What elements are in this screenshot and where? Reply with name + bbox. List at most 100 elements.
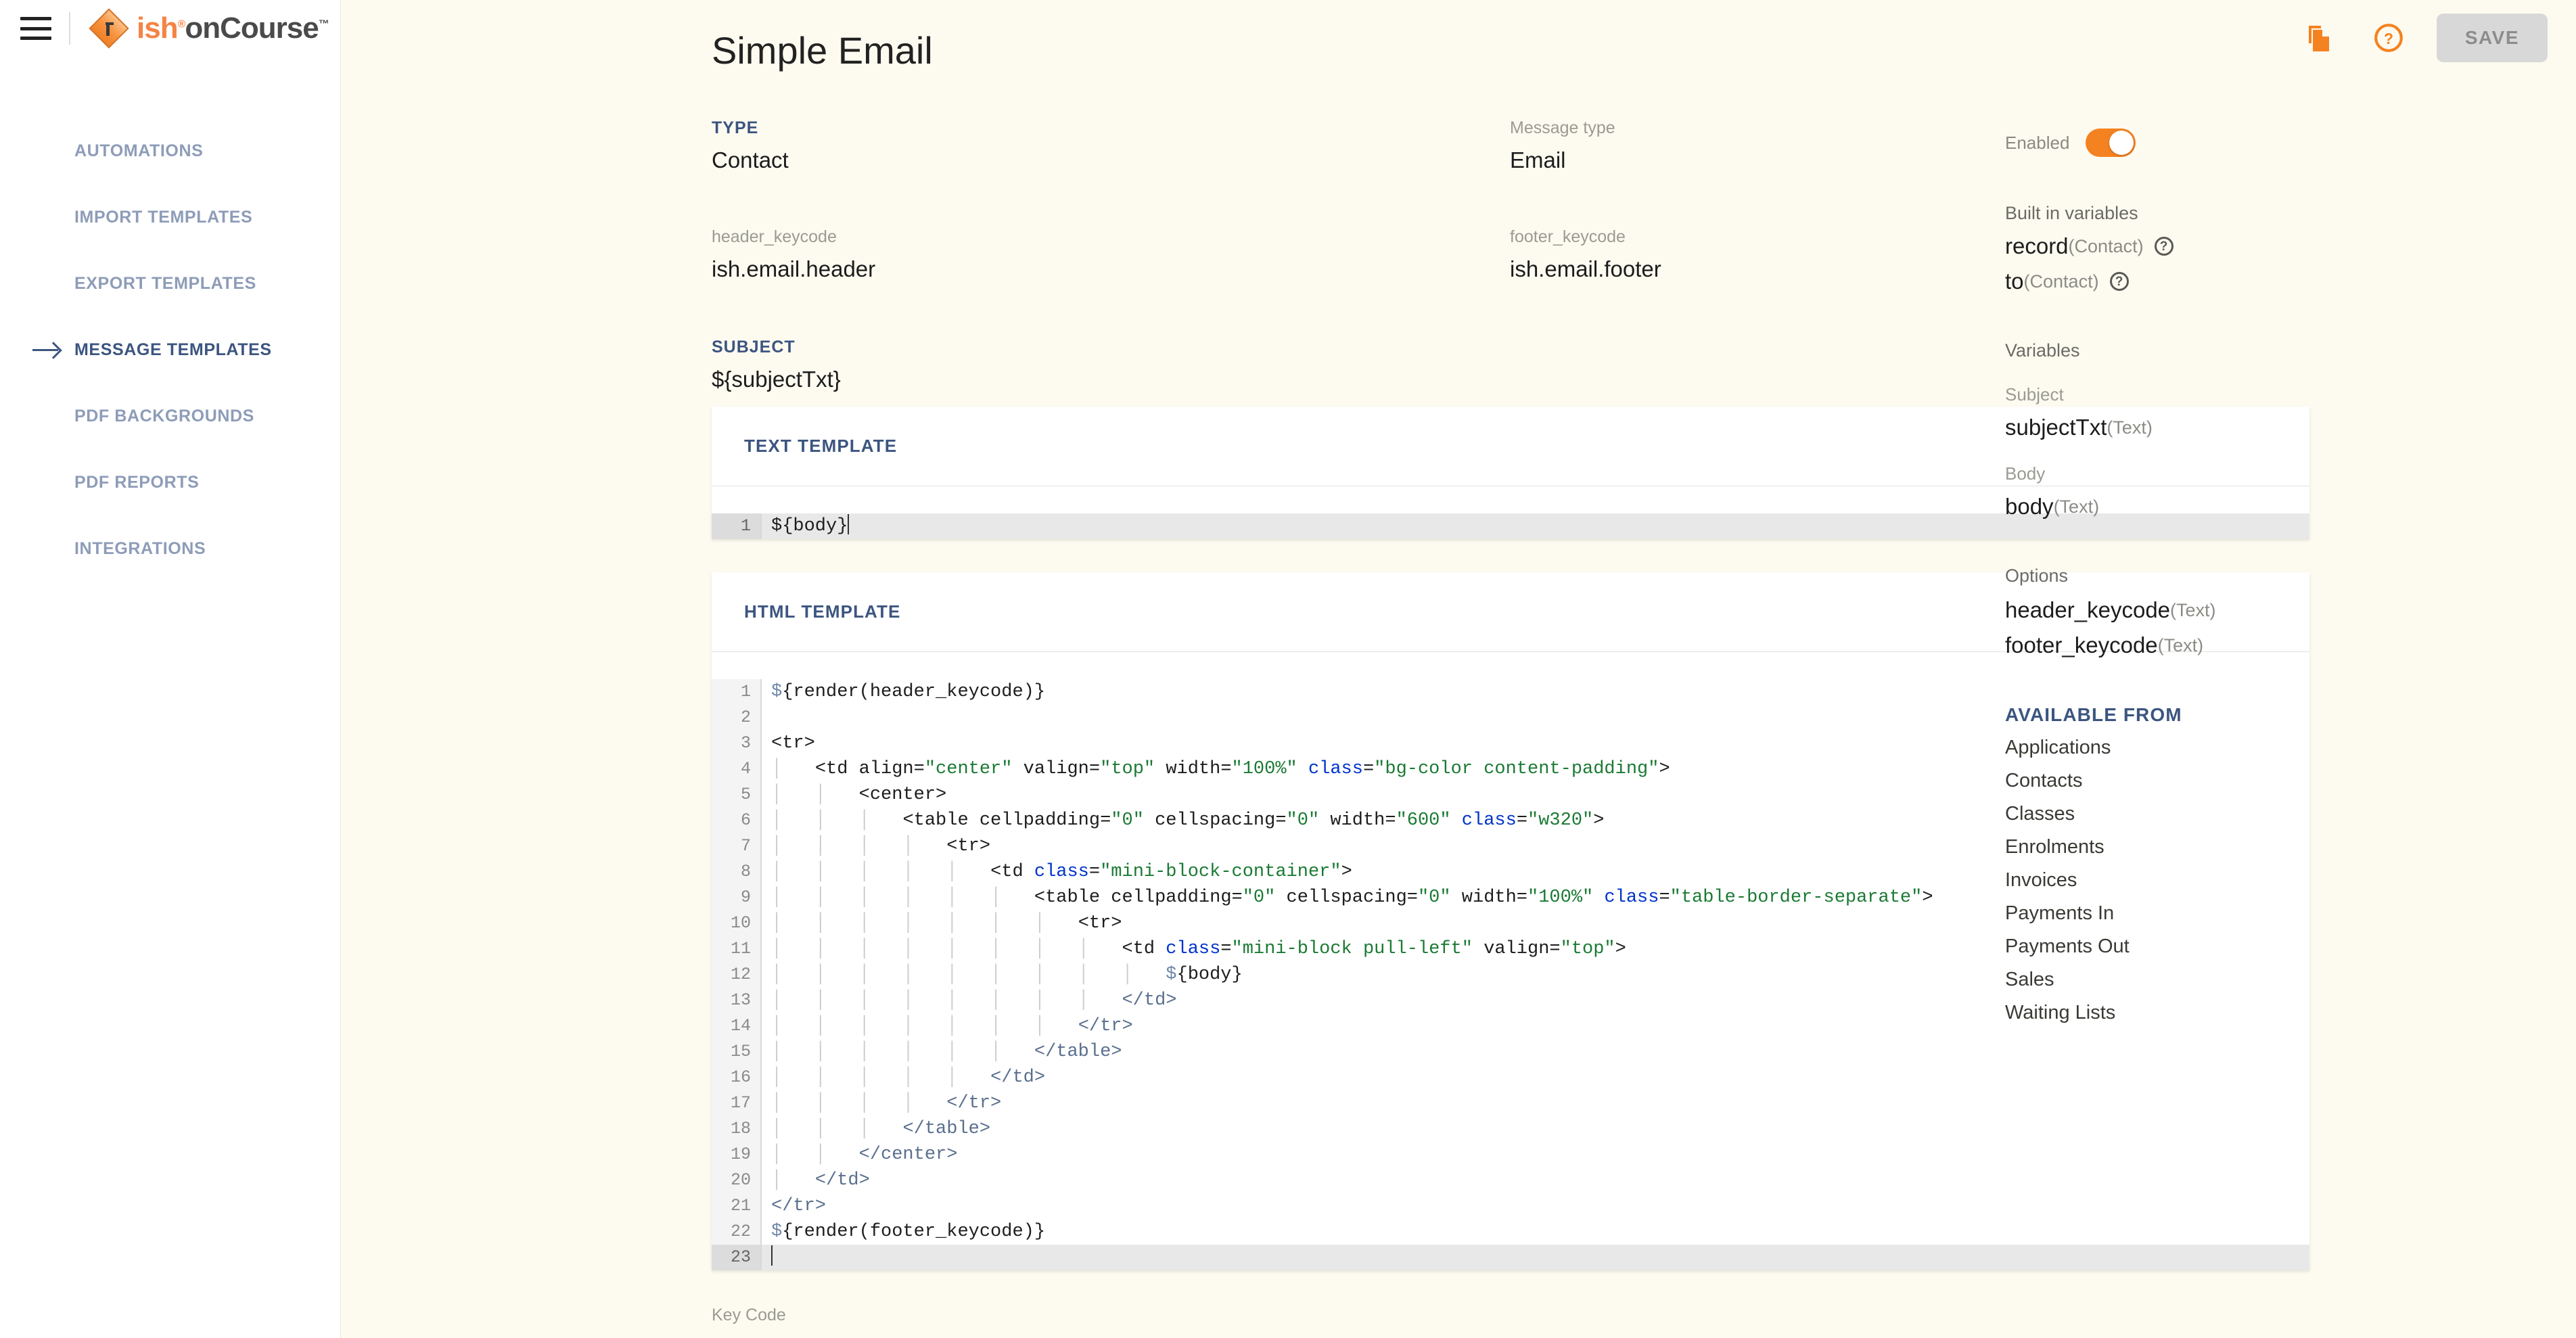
built-in-variable-to[interactable]: to (Contact) ? bbox=[2005, 269, 2525, 294]
line-number: 2 bbox=[712, 705, 760, 731]
line-number: 4 bbox=[712, 756, 760, 782]
sidebar-item-pdf-reports[interactable]: PDF REPORTS bbox=[0, 449, 340, 515]
line-number: 15 bbox=[712, 1039, 760, 1065]
sidebar-item-message-templates[interactable]: MESSAGE TEMPLATES bbox=[0, 317, 340, 383]
field-label: TYPE bbox=[712, 118, 759, 137]
app-logo[interactable]: ish®onCourse™ bbox=[88, 7, 329, 49]
sidebar-item-automations[interactable]: AUTOMATIONS bbox=[0, 118, 340, 184]
line-code[interactable]: │ │ │ │ </tr> bbox=[762, 1090, 2309, 1116]
variables-title: Variables bbox=[2005, 340, 2080, 361]
available-from-item[interactable]: Applications bbox=[2005, 737, 2525, 759]
variable-name: header_keycode bbox=[2005, 597, 2171, 622]
right-panel: Enabled Built in variables record (Contac… bbox=[1978, 0, 2552, 1024]
available-from-item[interactable]: Contacts bbox=[2005, 770, 2525, 792]
card-title: HTML TEMPLATE bbox=[744, 601, 901, 622]
line-number: 16 bbox=[712, 1065, 760, 1090]
sidebar-item-label: EXPORT TEMPLATES bbox=[74, 273, 256, 293]
line-number: 22 bbox=[712, 1219, 760, 1245]
toggle-knob bbox=[2109, 131, 2134, 155]
sidebar-item-integrations[interactable]: INTEGRATIONS bbox=[0, 515, 340, 582]
field-label: header_keycode bbox=[712, 227, 837, 246]
line-code[interactable]: │ │ │ │ │ │ </table> bbox=[762, 1039, 2309, 1065]
available-from-item[interactable]: Payments In bbox=[2005, 902, 2525, 925]
line-code[interactable]: </tr> bbox=[762, 1193, 2309, 1219]
line-number: 10 bbox=[712, 910, 760, 936]
sidebar-item-import-templates[interactable]: IMPORT TEMPLATES bbox=[0, 184, 340, 250]
variable-body[interactable]: body (Text) bbox=[2005, 494, 2525, 520]
field-value: ${subjectTxt} bbox=[712, 367, 841, 392]
sidebar-item-label: PDF BACKGROUNDS bbox=[74, 406, 254, 425]
line-code[interactable] bbox=[762, 1245, 2309, 1270]
editor-line[interactable]: 18 │ │ │ </table> bbox=[712, 1116, 2309, 1142]
sidebar-item-label: AUTOMATIONS bbox=[74, 141, 204, 160]
variable-name: to bbox=[2005, 269, 2024, 294]
variable-subject-txt[interactable]: subjectTxt (Text) bbox=[2005, 415, 2525, 440]
line-code[interactable]: ${render(footer_keycode)} bbox=[762, 1219, 2309, 1245]
editor-line[interactable]: 16 │ │ │ │ │ </td> bbox=[712, 1065, 2309, 1090]
brand-bar: ish®onCourse™ bbox=[0, 0, 340, 57]
editor-line[interactable]: 21 </tr> bbox=[712, 1193, 2309, 1219]
sidebar-item-pdf-backgrounds[interactable]: PDF BACKGROUNDS bbox=[0, 383, 340, 449]
variable-type: (Text) bbox=[2107, 417, 2153, 438]
sidebar-item-label: IMPORT TEMPLATES bbox=[74, 207, 253, 227]
enabled-label: Enabled bbox=[2005, 132, 2070, 153]
field-type[interactable]: TYPE Contact bbox=[712, 118, 1510, 173]
line-number: 8 bbox=[712, 859, 760, 885]
variable-name: record bbox=[2005, 233, 2069, 258]
editor-line[interactable]: 20 │ </td> bbox=[712, 1168, 2309, 1193]
enabled-toggle[interactable] bbox=[2086, 129, 2136, 157]
editor-line[interactable]: 17 │ │ │ │ </tr> bbox=[712, 1090, 2309, 1116]
sidebar-item-label: PDF REPORTS bbox=[74, 472, 200, 492]
line-number: 13 bbox=[712, 988, 760, 1013]
line-code[interactable]: │ │ │ </table> bbox=[762, 1116, 2309, 1142]
available-from-item[interactable]: Classes bbox=[2005, 803, 2525, 825]
text-cursor bbox=[848, 514, 850, 534]
field-label: SUBJECT bbox=[712, 338, 796, 356]
editor-line[interactable]: 15 │ │ │ │ │ │ </table> bbox=[712, 1039, 2309, 1065]
line-number: 5 bbox=[712, 782, 760, 808]
card-title: TEXT TEMPLATE bbox=[744, 436, 898, 456]
line-code[interactable]: │ │ │ │ │ </td> bbox=[762, 1065, 2309, 1090]
main-content: ? SAVE Simple Email TYPE Contact Message… bbox=[341, 0, 2576, 1338]
arrow-right-icon bbox=[32, 341, 64, 359]
variable-name: subjectTxt bbox=[2005, 415, 2107, 440]
line-code[interactable]: │ │ </center> bbox=[762, 1142, 2309, 1168]
built-in-variables-title: Built in variables bbox=[2005, 203, 2138, 223]
variable-type: (Contact) bbox=[2023, 271, 2099, 292]
subject-sub-label: Subject bbox=[2005, 384, 2064, 405]
available-from-item[interactable]: Sales bbox=[2005, 969, 2525, 991]
left-sidebar: ish®onCourse™ AUTOMATIONS IMPORT TEMPLAT… bbox=[0, 0, 341, 1338]
editor-line[interactable]: 23 bbox=[712, 1245, 2309, 1270]
available-from-title: AVAILABLE FROM bbox=[2005, 704, 2182, 725]
available-from-item[interactable]: Enrolments bbox=[2005, 836, 2525, 858]
line-number: 23 bbox=[712, 1245, 760, 1270]
option-header-keycode[interactable]: header_keycode (Text) bbox=[2005, 597, 2525, 623]
editor-line[interactable]: 22 ${render(footer_keycode)} bbox=[712, 1219, 2309, 1245]
option-footer-keycode[interactable]: footer_keycode (Text) bbox=[2005, 632, 2525, 658]
field-subject[interactable]: SUBJECT ${subjectTxt} bbox=[712, 338, 1530, 392]
line-number: 20 bbox=[712, 1168, 760, 1193]
help-circle-icon[interactable]: ? bbox=[2154, 237, 2174, 256]
line-code[interactable]: │ </td> bbox=[762, 1168, 2309, 1193]
logo-ish-text: ish bbox=[137, 11, 179, 45]
help-circle-icon[interactable]: ? bbox=[2109, 272, 2129, 291]
variable-name: footer_keycode bbox=[2005, 632, 2158, 658]
text-cursor bbox=[771, 1245, 773, 1266]
editor-line[interactable]: 19 │ │ </center> bbox=[712, 1142, 2309, 1168]
line-number: 12 bbox=[712, 962, 760, 988]
enabled-row: Enabled bbox=[2005, 129, 2525, 157]
sidebar-item-label: INTEGRATIONS bbox=[74, 538, 206, 558]
available-from-item[interactable]: Waiting Lists bbox=[2005, 1002, 2525, 1024]
sidebar-nav: AUTOMATIONS IMPORT TEMPLATES EXPORT TEMP… bbox=[0, 118, 340, 582]
available-from-item[interactable]: Payments Out bbox=[2005, 936, 2525, 958]
field-header-keycode[interactable]: header_keycode ish.email.header bbox=[712, 227, 1510, 282]
hamburger-menu-icon[interactable] bbox=[20, 17, 51, 40]
line-number: 18 bbox=[712, 1116, 760, 1142]
sidebar-item-export-templates[interactable]: EXPORT TEMPLATES bbox=[0, 250, 340, 317]
field-value: Contact bbox=[712, 147, 789, 172]
options-title: Options bbox=[2005, 566, 2069, 586]
key-code-label: Key Code bbox=[712, 1306, 786, 1324]
available-from-item[interactable]: Invoices bbox=[2005, 869, 2525, 892]
built-in-variable-record[interactable]: record (Contact) ? bbox=[2005, 233, 2525, 259]
line-number: 19 bbox=[712, 1142, 760, 1168]
